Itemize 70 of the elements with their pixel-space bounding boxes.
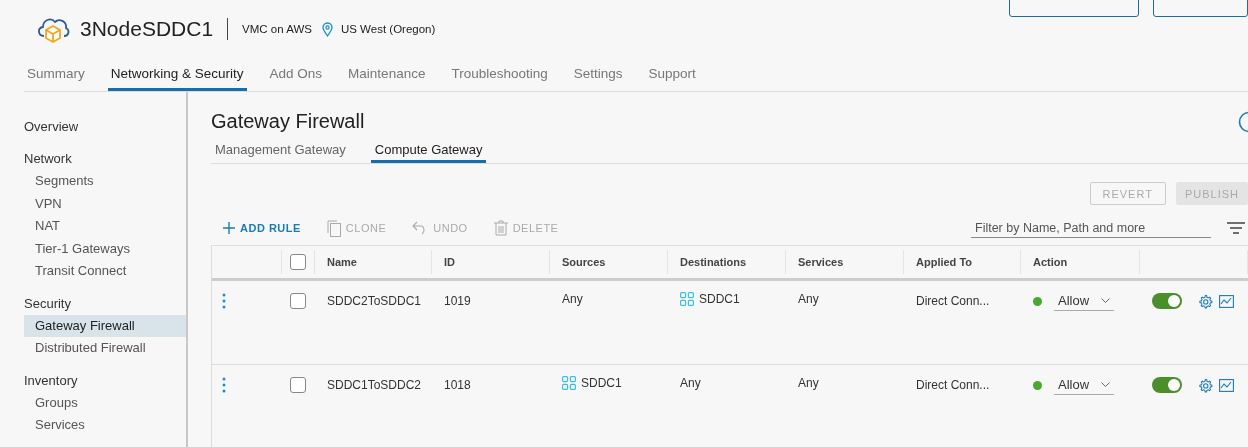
region-label: US West (Oregon) [340,23,436,35]
plus-icon [223,222,235,234]
group-icon [562,376,576,390]
nav-tab[interactable]: Settings [570,58,626,91]
select-all-checkbox[interactable] [290,254,306,270]
column-header[interactable]: Applied To [916,256,972,268]
nav-tab[interactable]: Troubleshooting [448,58,551,91]
column-header[interactable]: Destinations [680,256,746,268]
group-link[interactable]: SDDC1 [699,292,740,306]
column-header[interactable]: Action [1033,256,1068,268]
platform-label: VMC on AWS [242,23,312,35]
sidebar-heading[interactable]: Overview [0,116,186,138]
gateway-tab[interactable]: Management Gateway [211,139,350,163]
table-cell: 1019 [444,294,471,308]
page-title: Gateway Firewall [211,110,365,133]
help-icon[interactable] [1238,110,1248,133]
table-cell: Any [798,376,819,390]
sidebar-item[interactable]: Distributed Firewall [24,337,186,360]
table-cell: SDDC2ToSDDC1 [327,294,422,308]
trash-icon [493,220,508,236]
table-cell: Direct Conn... [916,294,990,308]
group-icon [680,292,694,306]
column-header[interactable]: Name [327,256,357,268]
add-button[interactable]: ADD RULE [211,216,315,240]
group-link[interactable]: SDDC1 [581,376,622,390]
table-cell: SDDC1ToSDDC2 [327,378,422,392]
copy-icon [326,219,341,237]
row-checkbox[interactable] [290,377,306,393]
column-header[interactable]: Services [798,256,844,268]
gateway-tab[interactable]: Compute Gateway [370,139,487,163]
sidebar-heading[interactable]: Network [0,148,186,170]
more-icon[interactable] [222,377,226,393]
sidebar-item[interactable]: Transit Connect [24,260,186,283]
action-dropdown[interactable]: Allow [1054,375,1115,395]
nav-tab[interactable]: Support [645,58,699,91]
sidebar-item[interactable]: NAT [24,215,186,238]
action-dropdown[interactable]: Allow [1054,291,1115,311]
rule-toggle[interactable] [1152,293,1182,309]
chart-icon[interactable] [1219,378,1234,392]
row-checkbox[interactable] [290,293,306,309]
sidebar-item[interactable]: Segments [24,170,186,193]
caret-icon [1101,297,1111,304]
location-pin-icon [321,21,333,37]
column-header[interactable]: ID [444,256,455,268]
sddc-title: 3NodeSDDC1 [80,17,214,41]
table-cell: Any [798,292,819,306]
column-header[interactable]: Sources [562,256,606,268]
table-cell: Any [680,376,701,390]
rule-toggle[interactable] [1152,377,1182,393]
sidebar-item[interactable]: Gateway Firewall [24,314,186,337]
filter-icon[interactable] [1227,222,1245,234]
table-cell: Any [562,292,583,306]
chart-icon[interactable] [1219,294,1234,308]
table-cell: Direct Conn... [916,378,990,392]
nav-tab[interactable]: Maintenance [345,58,429,91]
nav-tab[interactable]: Add Ons [266,58,326,91]
sidebar-item[interactable]: Groups [24,391,186,414]
sidebar-heading[interactable]: Security [0,292,186,315]
filter-field[interactable]: Filter by Name, Path and more [971,218,1211,238]
sidebar-item[interactable]: Services [24,414,186,437]
sidebar-item[interactable]: VPN [24,192,186,215]
more-icon[interactable] [222,293,226,309]
table-cell: 1018 [444,378,471,392]
caret-icon [1101,381,1111,388]
nav-tab[interactable]: Networking & Security [107,58,247,91]
settings-icon[interactable] [1198,293,1213,309]
settings-icon[interactable] [1198,377,1213,393]
sidebar-item[interactable]: Tier-1 Gateways [24,237,186,260]
nav-tab[interactable]: Summary [24,58,88,91]
sidebar-heading[interactable]: Inventory [0,369,186,392]
